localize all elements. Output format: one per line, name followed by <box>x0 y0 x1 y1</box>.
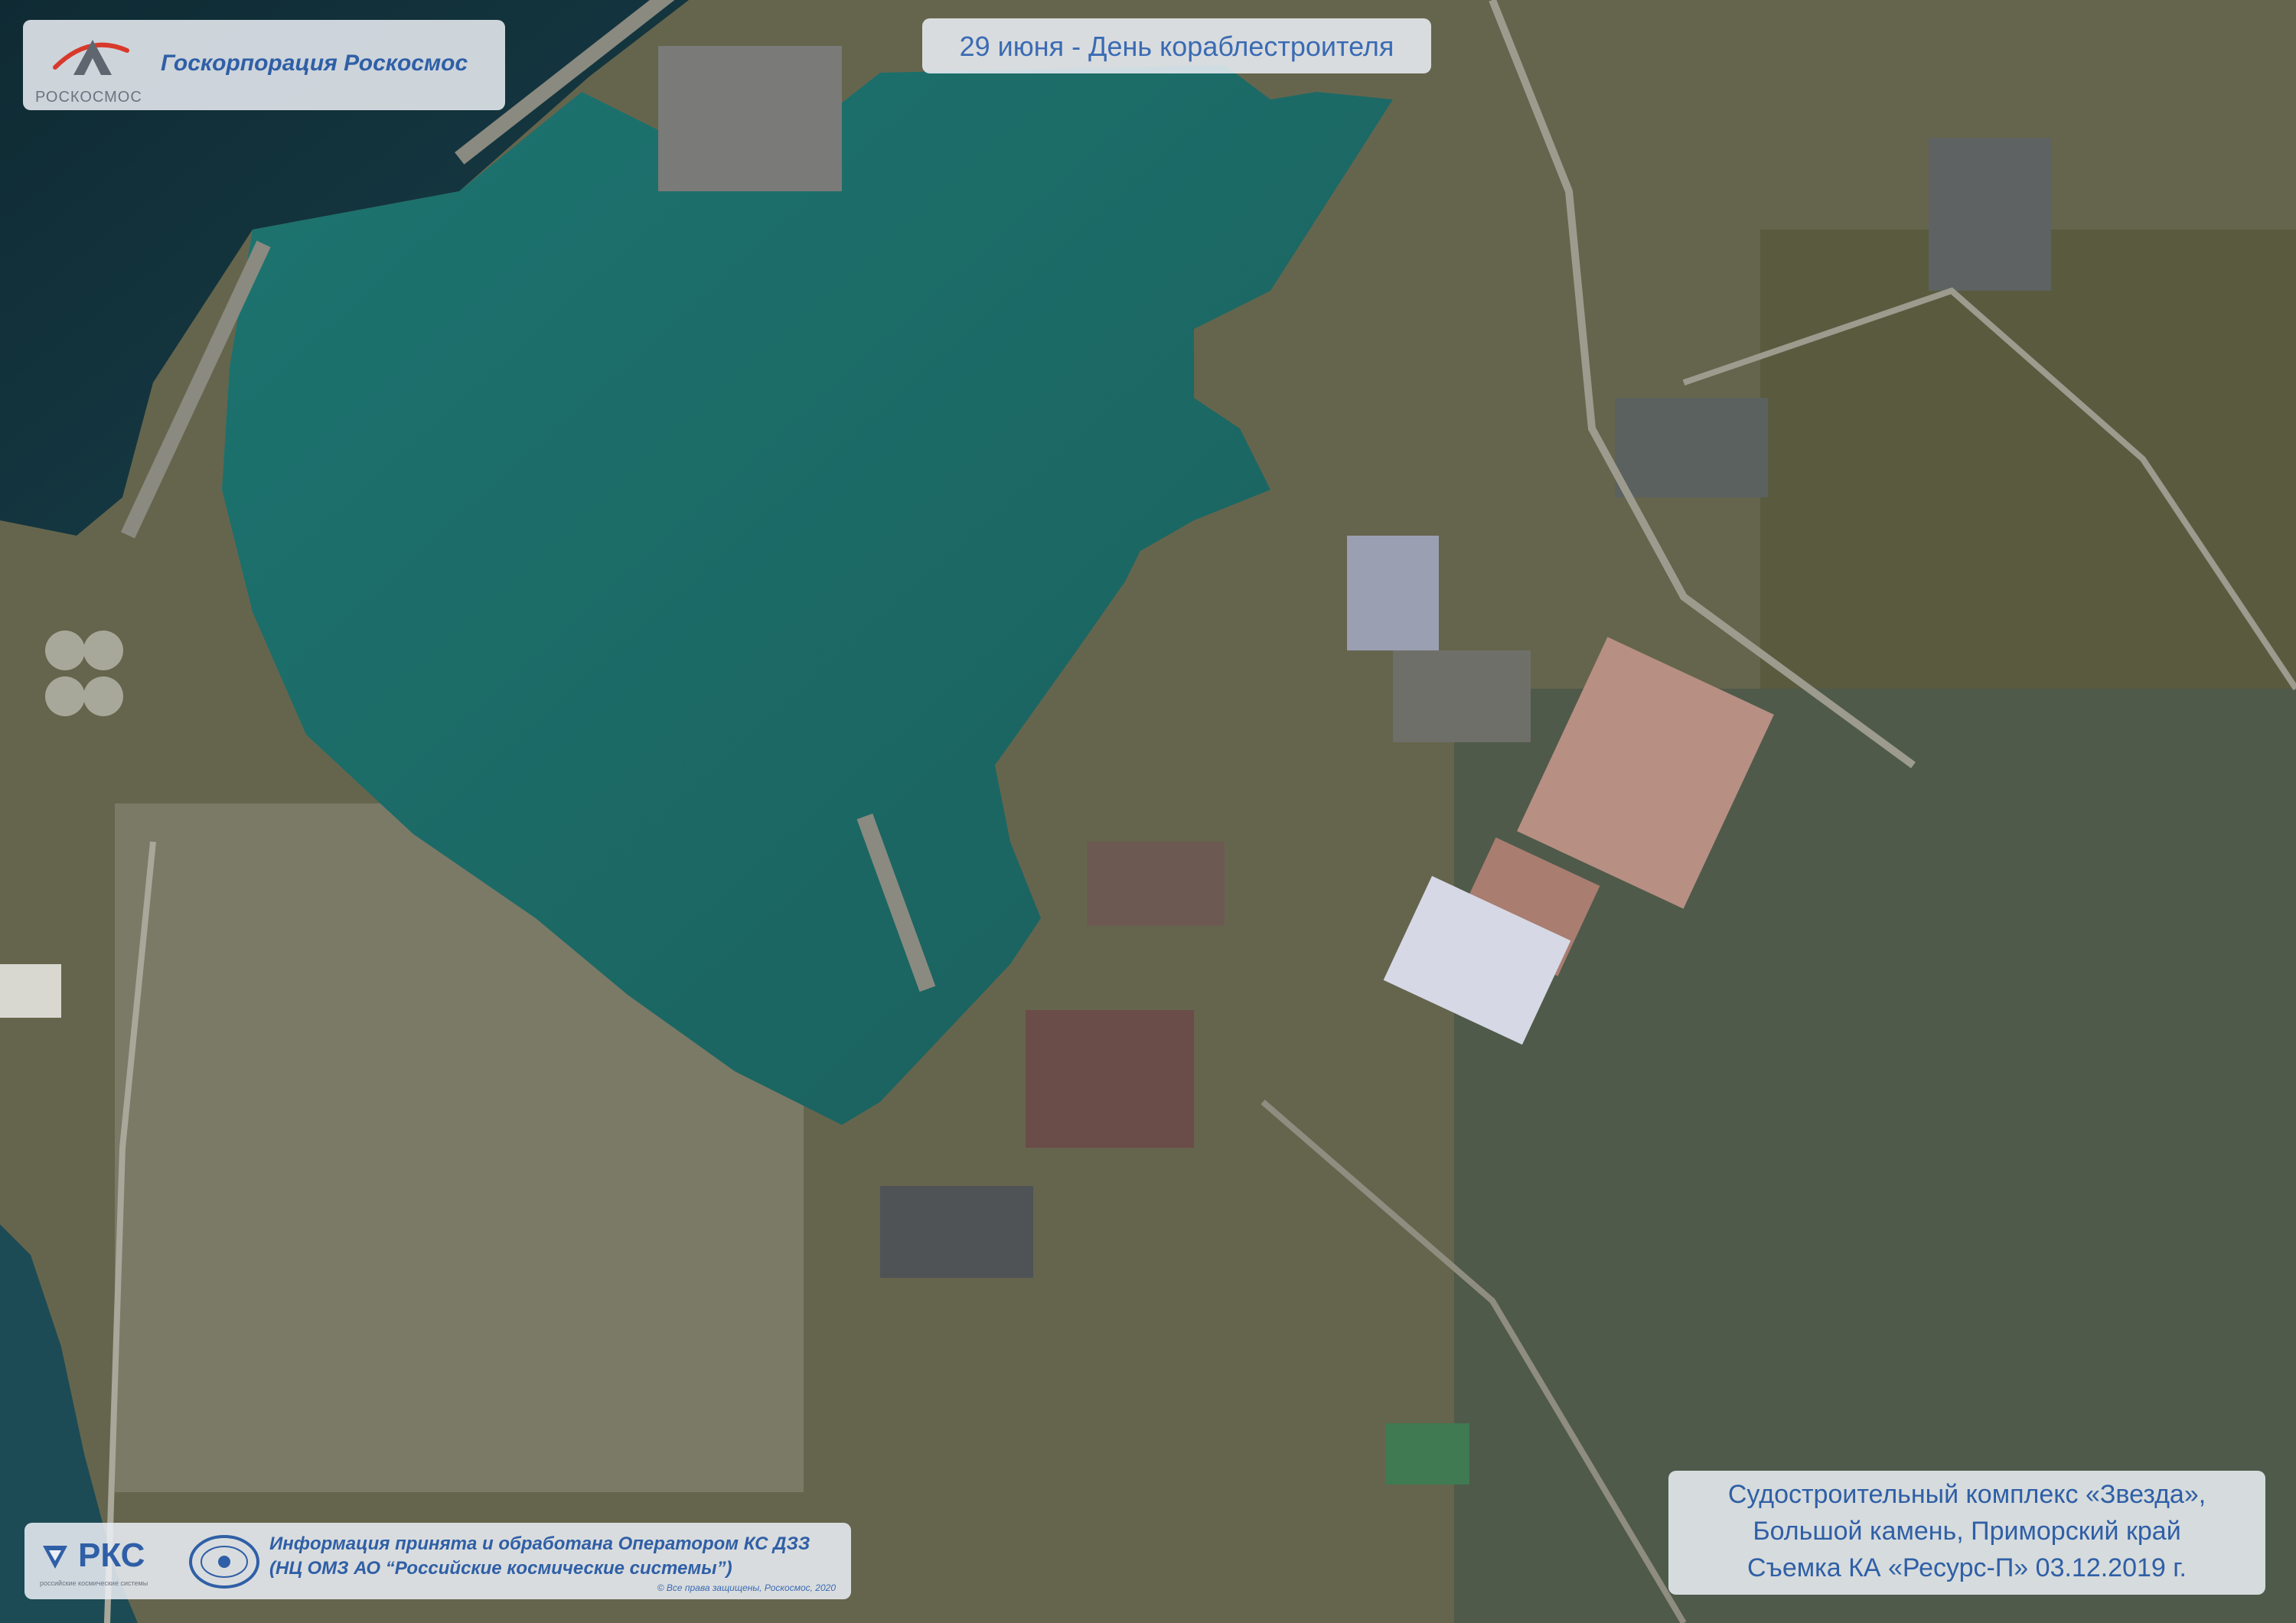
credit-line-1: Информация принята и обработана Оператор… <box>269 1533 810 1554</box>
date-banner: 29 июня - День кораблестроителя <box>922 18 1431 73</box>
storage-tank <box>45 676 85 716</box>
caption-line-3: Съемка КА «Ресурс-П» 03.12.2019 г. <box>1747 1553 2187 1582</box>
caption-line-1: Судостроительный комплекс «Звезда», <box>1727 1480 2206 1509</box>
building <box>1026 1010 1194 1148</box>
forest-area <box>1760 230 2296 689</box>
building <box>1087 842 1225 926</box>
building <box>1347 536 1439 650</box>
credit-panel: РКС российские космические системы Инфор… <box>24 1523 851 1599</box>
date-banner-text: 29 июня - День кораблестроителя <box>959 31 1394 62</box>
building <box>1929 138 2051 291</box>
org-name: Госкорпорация Роскосмос <box>161 51 468 76</box>
building <box>880 1186 1033 1278</box>
rks-label: РКС <box>78 1537 145 1574</box>
credit-line-2: (НЦ ОМЗ АО “Российские космические систе… <box>269 1558 732 1579</box>
substation <box>1615 398 1768 497</box>
ntc-omz-emblem-icon <box>189 1535 259 1589</box>
rks-logo-icon <box>43 1546 67 1569</box>
stadium <box>1385 1423 1469 1484</box>
storage-tank <box>83 676 123 716</box>
satellite-image <box>0 0 2296 1623</box>
building <box>1393 650 1531 742</box>
building <box>658 46 842 191</box>
copyright-text: © Все права защищены, Роскосмос, 2020 <box>657 1582 836 1593</box>
roscosmos-logo-icon <box>53 40 129 75</box>
rks-subtitle: российские космические системы <box>40 1579 148 1587</box>
logo-panel: РОСКОСМОС Госкорпорация Роскосмос <box>23 20 505 110</box>
caption-panel: Судостроительный комплекс «Звезда», Боль… <box>1668 1471 2265 1595</box>
building <box>0 964 61 1018</box>
caption-line-2: Большой камень, Приморский край <box>1753 1517 2181 1546</box>
storage-tank <box>83 631 123 670</box>
storage-tank <box>45 631 85 670</box>
logo-caption: РОСКОСМОС <box>35 89 142 106</box>
